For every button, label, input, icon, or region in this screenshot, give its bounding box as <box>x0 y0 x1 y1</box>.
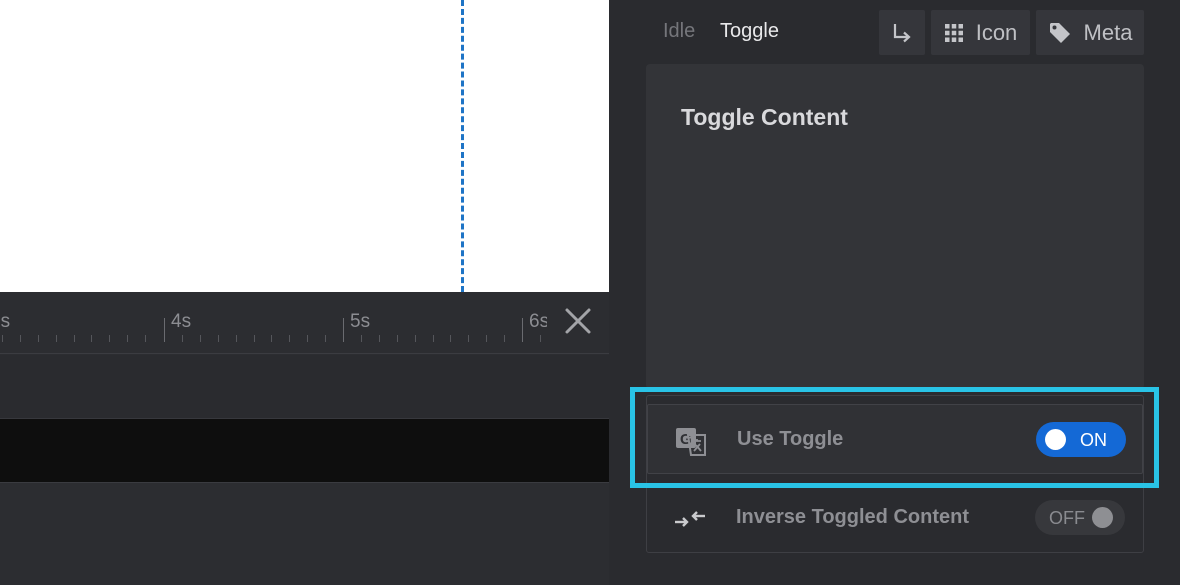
switch-knob <box>1045 429 1066 450</box>
use-toggle-label: Use Toggle <box>737 428 844 450</box>
ruler-minor-tick <box>56 335 57 342</box>
ruler-label: 3s <box>0 311 11 332</box>
ruler-minor-tick <box>182 335 183 342</box>
editor-area: 3s 4s 5s 6s <box>0 0 609 585</box>
ruler-minor-tick <box>271 335 272 342</box>
swap-arrows-icon <box>675 511 705 527</box>
timeline-track[interactable] <box>0 484 609 585</box>
ruler-minor-tick <box>145 335 146 342</box>
return-arrow-icon <box>893 23 911 42</box>
ruler-minor-tick <box>397 335 398 342</box>
translate-icon: G <box>676 428 706 456</box>
slide-canvas[interactable] <box>0 0 609 292</box>
ruler-major-tick <box>343 318 344 342</box>
ruler-minor-tick <box>200 335 201 342</box>
tab-idle[interactable]: Idle <box>663 20 695 43</box>
tab-toggle[interactable]: Toggle <box>720 20 779 43</box>
timeline-ruler[interactable]: 3s 4s 5s 6s <box>0 292 609 354</box>
ruler-minor-tick <box>307 335 308 342</box>
toggle-settings: G Use Toggle ON Inverse Toggled Content … <box>646 395 1144 553</box>
inverse-toggled-content-label: Inverse Toggled Content <box>736 506 969 528</box>
ruler-minor-tick <box>2 335 3 342</box>
ruler-label: 5s <box>350 311 371 332</box>
inverse-toggled-content-switch[interactable]: OFF <box>1035 500 1125 535</box>
toggle-content-title: Toggle Content <box>681 104 848 130</box>
ruler-major-tick <box>164 318 165 342</box>
settings-panel: Idle Toggle Icon Meta Toggle Content G U… <box>609 0 1180 585</box>
timeline-track-selected[interactable] <box>0 419 609 483</box>
timeline: 3s 4s 5s 6s <box>0 292 609 585</box>
return-arrow-button[interactable] <box>879 10 925 55</box>
timeline-track[interactable] <box>0 355 609 419</box>
use-toggle-switch[interactable]: ON <box>1036 422 1126 457</box>
ruler-minor-tick <box>127 335 128 342</box>
canvas-guide-line[interactable] <box>461 0 464 292</box>
ruler-minor-tick <box>540 335 541 342</box>
ruler-minor-tick <box>486 335 487 342</box>
icon-button-label: Icon <box>975 19 1018 45</box>
ruler-minor-tick <box>109 335 110 342</box>
ruler-minor-tick <box>468 335 469 342</box>
meta-button-label: Meta <box>1083 19 1133 45</box>
ruler-major-tick <box>522 318 523 342</box>
close-icon[interactable] <box>562 305 594 337</box>
switch-state: ON <box>1080 430 1107 450</box>
ruler-minor-tick <box>325 335 326 342</box>
meta-button[interactable]: Meta <box>1036 10 1144 55</box>
ruler-label: 4s <box>171 311 192 332</box>
ruler-minor-tick <box>74 335 75 342</box>
ruler-minor-tick <box>450 335 451 342</box>
tag-icon <box>1049 22 1070 43</box>
icon-button[interactable]: Icon <box>931 10 1030 55</box>
ruler-minor-tick <box>236 335 237 342</box>
ruler-minor-tick <box>218 335 219 342</box>
ruler-minor-tick <box>289 335 290 342</box>
ruler-minor-tick <box>415 335 416 342</box>
use-toggle-row: G Use Toggle ON <box>647 404 1143 474</box>
ruler-minor-tick <box>20 335 21 342</box>
ruler-minor-tick <box>38 335 39 342</box>
switch-state: OFF <box>1049 508 1085 528</box>
ruler-minor-tick <box>91 335 92 342</box>
toggle-content-card[interactable]: Toggle Content <box>646 64 1144 389</box>
ruler-minor-tick <box>379 335 380 342</box>
ruler-minor-tick <box>361 335 362 342</box>
inverse-toggled-content-row: Inverse Toggled Content OFF <box>647 483 1143 553</box>
switch-knob <box>1092 507 1113 528</box>
ruler-minor-tick <box>433 335 434 342</box>
grid-icon <box>944 23 963 42</box>
ruler-label: 6s <box>529 311 547 332</box>
ruler-minor-tick <box>504 335 505 342</box>
ruler-minor-tick <box>254 335 255 342</box>
